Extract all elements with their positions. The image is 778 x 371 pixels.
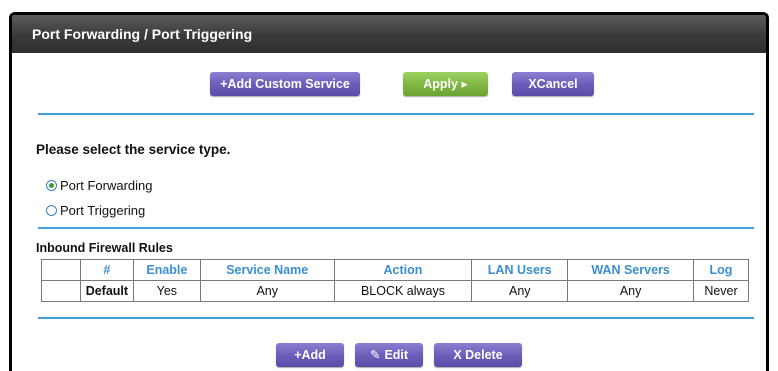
column-header: LAN Users (471, 259, 569, 281)
add-custom-service-button[interactable]: +Add Custom Service (210, 72, 360, 96)
table-row[interactable]: Default Yes Any BLOCK always Any Any Nev… (41, 280, 750, 302)
rule-id-link[interactable]: Default (79, 280, 134, 302)
delete-button[interactable]: X Delete (434, 343, 522, 367)
select-column-header (41, 259, 81, 281)
column-header: Enable (132, 259, 201, 281)
rule-lan-users: Any (471, 280, 569, 302)
table-header-row: # Enable Service Name Action LAN Users W… (41, 259, 750, 281)
radio-label: Port Triggering (60, 203, 146, 218)
radio-button-selected[interactable] (46, 180, 57, 191)
row-select-cell[interactable] (41, 280, 81, 302)
section-divider (38, 317, 754, 319)
delete-button-label: X Delete (453, 348, 503, 362)
cancel-button[interactable]: XCancel (512, 72, 594, 96)
page-title: Port Forwarding / Port Triggering (12, 15, 766, 53)
section-divider (38, 113, 754, 115)
edit-button[interactable]: ✎ Edit (355, 343, 423, 367)
rule-service: Any (199, 280, 335, 302)
service-type-prompt: Please select the service type. (36, 142, 231, 157)
radio-button[interactable] (46, 205, 57, 216)
column-header: Service Name (199, 259, 335, 281)
edit-button-label: Edit (384, 348, 409, 362)
radio-label: Port Forwarding (60, 178, 153, 193)
column-header: WAN Servers (567, 259, 694, 281)
add-button[interactable]: +Add (276, 343, 344, 367)
radio-port-triggering[interactable]: Port Triggering (46, 203, 145, 218)
column-header: Action (333, 259, 473, 281)
pencil-icon: ✎ (369, 348, 381, 362)
port-forwarding-panel: Port Forwarding / Port Triggering +Add C… (9, 12, 769, 371)
firewall-rules-table: # Enable Service Name Action LAN Users W… (41, 259, 750, 302)
rule-enable: Yes (132, 280, 201, 302)
rule-action: BLOCK always (333, 280, 473, 302)
column-header: Log (692, 259, 750, 281)
rule-log: Never (692, 280, 750, 302)
apply-button[interactable]: Apply ▸ (403, 72, 488, 96)
add-button-label: +Add (294, 348, 326, 362)
rule-wan-servers: Any (567, 280, 694, 302)
firewall-heading: Inbound Firewall Rules (36, 241, 173, 255)
section-divider (38, 227, 754, 229)
column-header: # (79, 259, 134, 281)
radio-port-forwarding[interactable]: Port Forwarding (46, 178, 152, 193)
